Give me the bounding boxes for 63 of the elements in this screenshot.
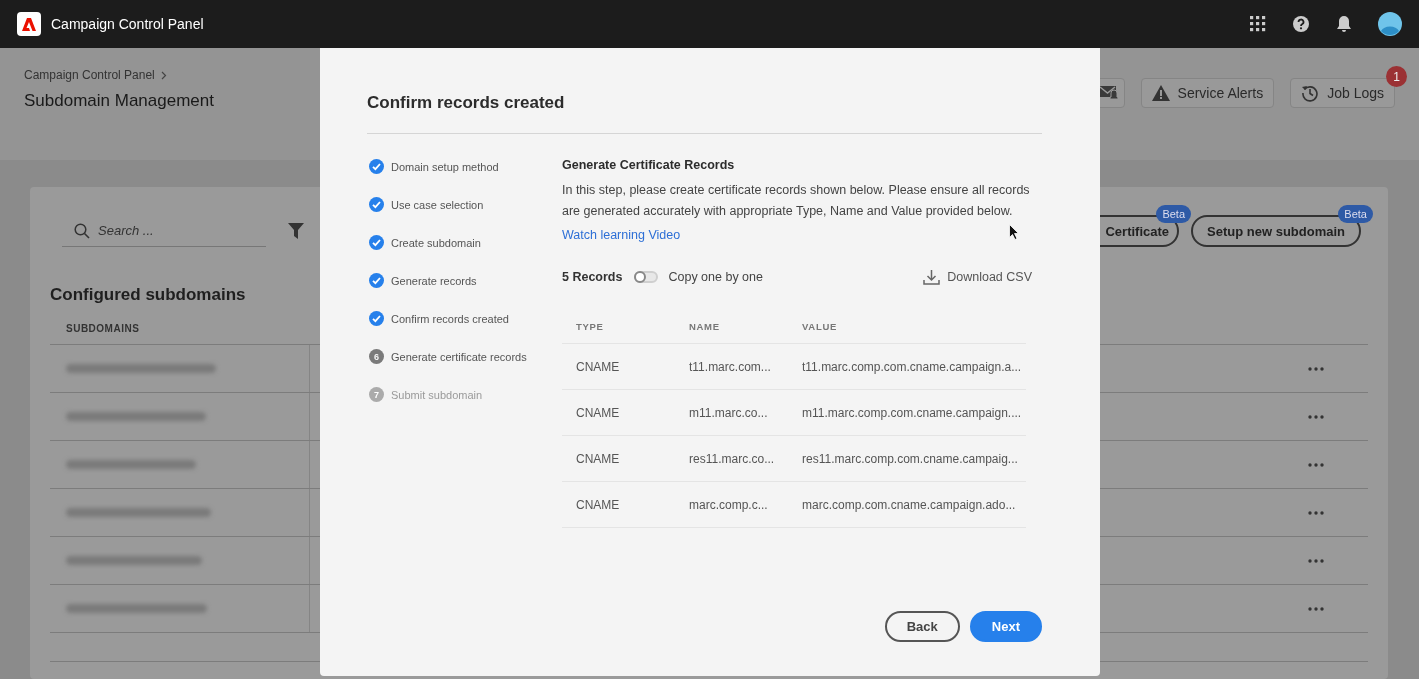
search-icon	[74, 222, 90, 239]
download-icon	[923, 269, 941, 285]
table-cell-text: marc.comp.com.cname.campaign.ado...	[802, 497, 1017, 512]
back-button[interactable]: Back	[884, 611, 960, 642]
record-count: 5 Records	[562, 270, 623, 284]
beta-badge: Beta	[1338, 205, 1373, 223]
table-cell-text: t11.marc.com...	[689, 359, 772, 374]
step-label: Submit subdomain	[391, 388, 483, 401]
next-button[interactable]: Next	[969, 611, 1042, 642]
count-badge: 1	[1386, 66, 1407, 87]
video-link[interactable]: Watch learning Video	[562, 228, 681, 242]
job-logs-button[interactable]: Job Logs	[1290, 78, 1395, 108]
table-cell-text: marc.comp.c...	[689, 497, 769, 512]
more-icon[interactable]	[1308, 462, 1324, 467]
chevron-right-icon	[160, 70, 167, 80]
table-cell-text: t11.marc.comp.com.cname.campaign.a...	[802, 359, 1023, 374]
table-cell-text: m11.marc.co...	[689, 405, 769, 420]
more-icon[interactable]	[1308, 558, 1324, 563]
table-cell-text: CNAME	[576, 405, 621, 420]
mouse-pointer-icon	[1009, 224, 1019, 240]
toggle-label: Copy one by one	[668, 270, 763, 284]
column-header: VALUE	[802, 321, 838, 332]
table-cell-text: res11.marc.co...	[689, 451, 776, 466]
table-cell-text: CNAME	[576, 451, 621, 466]
service-alerts-button[interactable]: Service Alerts	[1140, 78, 1275, 108]
section-title: Configured subdomains	[50, 285, 247, 305]
app-title: Campaign Control Panel	[51, 16, 204, 32]
app-logo[interactable]	[17, 12, 41, 36]
step-label: Generate certificate records	[391, 350, 527, 363]
filter-icon[interactable]	[288, 223, 304, 239]
step-label: Confirm records created	[391, 312, 509, 325]
step-label: Domain setup method	[391, 160, 499, 173]
history-icon	[1301, 84, 1320, 102]
page-title: Subdomain Management	[24, 91, 214, 111]
table-cell-text: CNAME	[576, 359, 621, 374]
more-icon[interactable]	[1308, 414, 1324, 419]
table-cell-text: m11.marc.comp.com.cname.campaign....	[802, 405, 1023, 420]
step-number: 7	[369, 387, 384, 402]
dialog-title: Confirm records created	[367, 93, 1042, 134]
step-label: Generate records	[391, 274, 477, 287]
step-label: Use case selection	[391, 198, 484, 211]
warning-icon	[1151, 85, 1170, 101]
column-header: SUBDOMAINS	[66, 323, 140, 334]
more-icon[interactable]	[1308, 510, 1324, 515]
beta-badge: Beta	[1156, 205, 1192, 223]
step-label: Create subdomain	[391, 236, 481, 249]
table-cell-text: res11.marc.comp.com.cname.campaig...	[802, 451, 1019, 466]
step-number: 6	[369, 349, 384, 364]
avatar[interactable]	[1378, 12, 1402, 36]
copy-toggle[interactable]	[634, 271, 659, 283]
notification-bell-icon[interactable]	[1336, 15, 1352, 33]
column-header: TYPE	[576, 321, 605, 332]
more-icon[interactable]	[1308, 366, 1324, 371]
more-icon[interactable]	[1308, 606, 1324, 611]
search-field[interactable]: Search ...	[62, 215, 266, 247]
help-icon[interactable]	[1292, 15, 1310, 33]
section-heading: Generate Certificate Records	[562, 158, 736, 172]
table-cell-text: CNAME	[576, 497, 621, 512]
apps-grid-icon[interactable]	[1250, 16, 1266, 32]
description: In this step, please create certificate records shown below. Please ensure all records are generated accurately with appropriate Type, Name and Value provided below.	[562, 182, 1031, 220]
breadcrumb-link[interactable]: Campaign Control Panel	[24, 68, 155, 82]
column-header: NAME	[689, 321, 721, 332]
download-link[interactable]: Download CSV	[923, 269, 1032, 285]
